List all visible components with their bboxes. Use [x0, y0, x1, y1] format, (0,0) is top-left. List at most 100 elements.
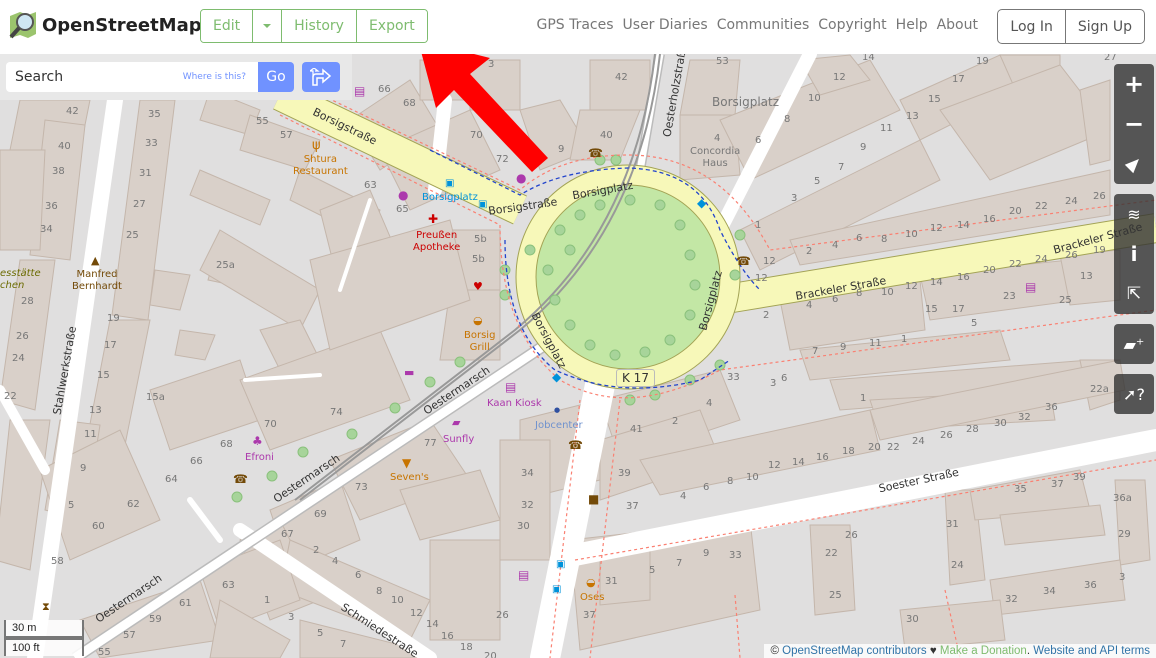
directions-button[interactable]: [302, 62, 340, 92]
telephone-icon[interactable]: ☎: [736, 254, 751, 268]
edit-dropdown-toggle[interactable]: [252, 10, 282, 42]
zoom-in-icon: +: [1123, 70, 1145, 98]
poi-label[interactable]: Concordia Haus: [690, 146, 740, 170]
search-panel: Search Where is this? Go: [0, 54, 352, 100]
house-number: 5: [317, 628, 324, 639]
directions-icon: [310, 68, 332, 86]
telephone-icon[interactable]: ☎: [588, 146, 603, 160]
confectionery-icon[interactable]: ●: [398, 188, 408, 202]
house-number: 4: [832, 240, 839, 251]
fast-food-icon[interactable]: ◒: [586, 576, 596, 589]
house-number: 35: [1014, 484, 1027, 495]
heart-icon: ♥: [929, 645, 937, 657]
separator: .: [1026, 645, 1031, 657]
house-number: 5: [649, 565, 656, 576]
house-number: 10: [746, 472, 759, 483]
house-number: 26: [1065, 250, 1078, 261]
share-icon: ⇱: [1126, 284, 1142, 304]
map-canvas[interactable]: Borsigstraße Borsigstraße Borsigplatz Bo…: [0, 54, 1156, 658]
kiosk-icon[interactable]: ▤: [1025, 280, 1036, 294]
poi-label[interactable]: Borsigplatz: [422, 192, 478, 204]
telephone-icon[interactable]: ☎: [233, 472, 248, 486]
fast-food-icon[interactable]: ◒: [473, 314, 483, 327]
shop-icon[interactable]: ▰: [452, 416, 460, 429]
map-key-button[interactable]: i: [1114, 234, 1154, 274]
poi-label[interactable]: Sunfly: [443, 434, 474, 446]
office-icon[interactable]: ●: [554, 406, 560, 414]
house-number: 8: [881, 234, 888, 245]
history-button[interactable]: History: [281, 10, 356, 42]
nav-about[interactable]: About: [937, 17, 978, 33]
top-navbar: OpenStreetMap Edit History Export GPS Tr…: [0, 0, 1156, 54]
poi-label[interactable]: esstätte chen: [0, 268, 41, 292]
pharmacy-icon[interactable]: ✚: [428, 212, 438, 226]
house-number: 11: [84, 429, 97, 440]
house-number: 2: [763, 310, 770, 321]
house-number: 40: [58, 141, 71, 152]
osm-logo[interactable]: OpenStreetMap: [8, 10, 202, 40]
telephone-icon[interactable]: ☎: [568, 438, 583, 452]
house-number: 53: [716, 56, 729, 67]
bakery-icon[interactable]: ▬: [404, 366, 414, 379]
house-number: 3: [288, 612, 295, 623]
zoom-in-button[interactable]: +: [1114, 64, 1154, 104]
house-number: 15a: [146, 392, 165, 403]
poi-label[interactable]: Seven's: [390, 472, 429, 484]
share-button[interactable]: ⇱: [1114, 274, 1154, 314]
go-button[interactable]: Go: [258, 62, 294, 92]
house-number: 14: [930, 277, 943, 288]
query-features-button[interactable]: ➚?: [1114, 374, 1154, 414]
poi-label[interactable]: Preußen Apotheke: [413, 230, 460, 254]
poi-label[interactable]: Manfred Bernhardt: [72, 269, 122, 293]
add-note-button[interactable]: ▰⁺: [1114, 324, 1154, 364]
house-number: 3: [791, 193, 798, 204]
house-number: 23: [1003, 291, 1016, 302]
bus-stop-icon[interactable]: ▣: [556, 559, 565, 570]
nav-copyright[interactable]: Copyright: [818, 17, 886, 33]
locate-button[interactable]: [1114, 144, 1154, 184]
kiosk-icon[interactable]: ▤: [518, 568, 529, 582]
memorial-icon[interactable]: ▲: [91, 254, 99, 267]
nav-help[interactable]: Help: [896, 17, 928, 33]
edit-button[interactable]: Edit: [201, 10, 253, 42]
export-button[interactable]: Export: [355, 10, 427, 42]
dentist-icon[interactable]: ♥: [473, 280, 483, 293]
nav-gps-traces[interactable]: GPS Traces: [536, 17, 613, 33]
contributors-link[interactable]: OpenStreetMap contributors: [782, 645, 926, 657]
poi-label[interactable]: Shtura Restaurant: [293, 154, 348, 178]
shoe-shop-icon[interactable]: ■: [588, 492, 599, 506]
bar-icon[interactable]: ▼: [402, 456, 411, 470]
nav-communities[interactable]: Communities: [717, 17, 810, 33]
kiosk-icon[interactable]: ▤: [354, 84, 365, 98]
house-number: 22a: [1090, 384, 1109, 395]
house-number: 6: [856, 233, 863, 244]
house-number: 8: [727, 476, 734, 487]
locate-icon: [1124, 154, 1144, 174]
layers-button[interactable]: ≋: [1114, 194, 1154, 234]
poi-label[interactable]: Kaan Kiosk: [487, 398, 542, 410]
zoom-out-button[interactable]: −: [1114, 104, 1154, 144]
login-button[interactable]: Log In: [998, 10, 1064, 43]
donate-link[interactable]: Make a Donation: [940, 645, 1027, 657]
where-is-this-link[interactable]: Where is this?: [183, 72, 246, 82]
signup-button[interactable]: Sign Up: [1064, 10, 1144, 43]
house-number: 26: [496, 610, 509, 621]
house-number: 24: [1035, 254, 1048, 265]
bus-stop-icon[interactable]: ▣: [552, 584, 561, 595]
search-placeholder: Search: [15, 69, 64, 85]
terms-link[interactable]: Website and API terms: [1033, 645, 1150, 657]
kiosk-icon[interactable]: ▤: [505, 380, 516, 394]
poi-label[interactable]: Jobcenter: [535, 420, 583, 432]
search-input[interactable]: Search Where is this?: [6, 62, 258, 92]
clothes-icon[interactable]: ♣: [252, 434, 263, 448]
nav-user-diaries[interactable]: User Diaries: [623, 17, 708, 33]
poi-label[interactable]: Borsig Grill: [464, 330, 495, 354]
poi-label[interactable]: Efroni: [245, 452, 274, 464]
restaurant-icon[interactable]: ψ: [312, 138, 321, 153]
bus-stop-icon[interactable]: ▣: [478, 199, 487, 210]
site-title: OpenStreetMap: [42, 14, 202, 36]
taxi-icon[interactable]: ◆: [697, 196, 706, 210]
house-number: 36: [1084, 580, 1097, 591]
poi-label[interactable]: Oses: [580, 592, 604, 604]
taxi-icon[interactable]: ◆: [552, 370, 561, 384]
